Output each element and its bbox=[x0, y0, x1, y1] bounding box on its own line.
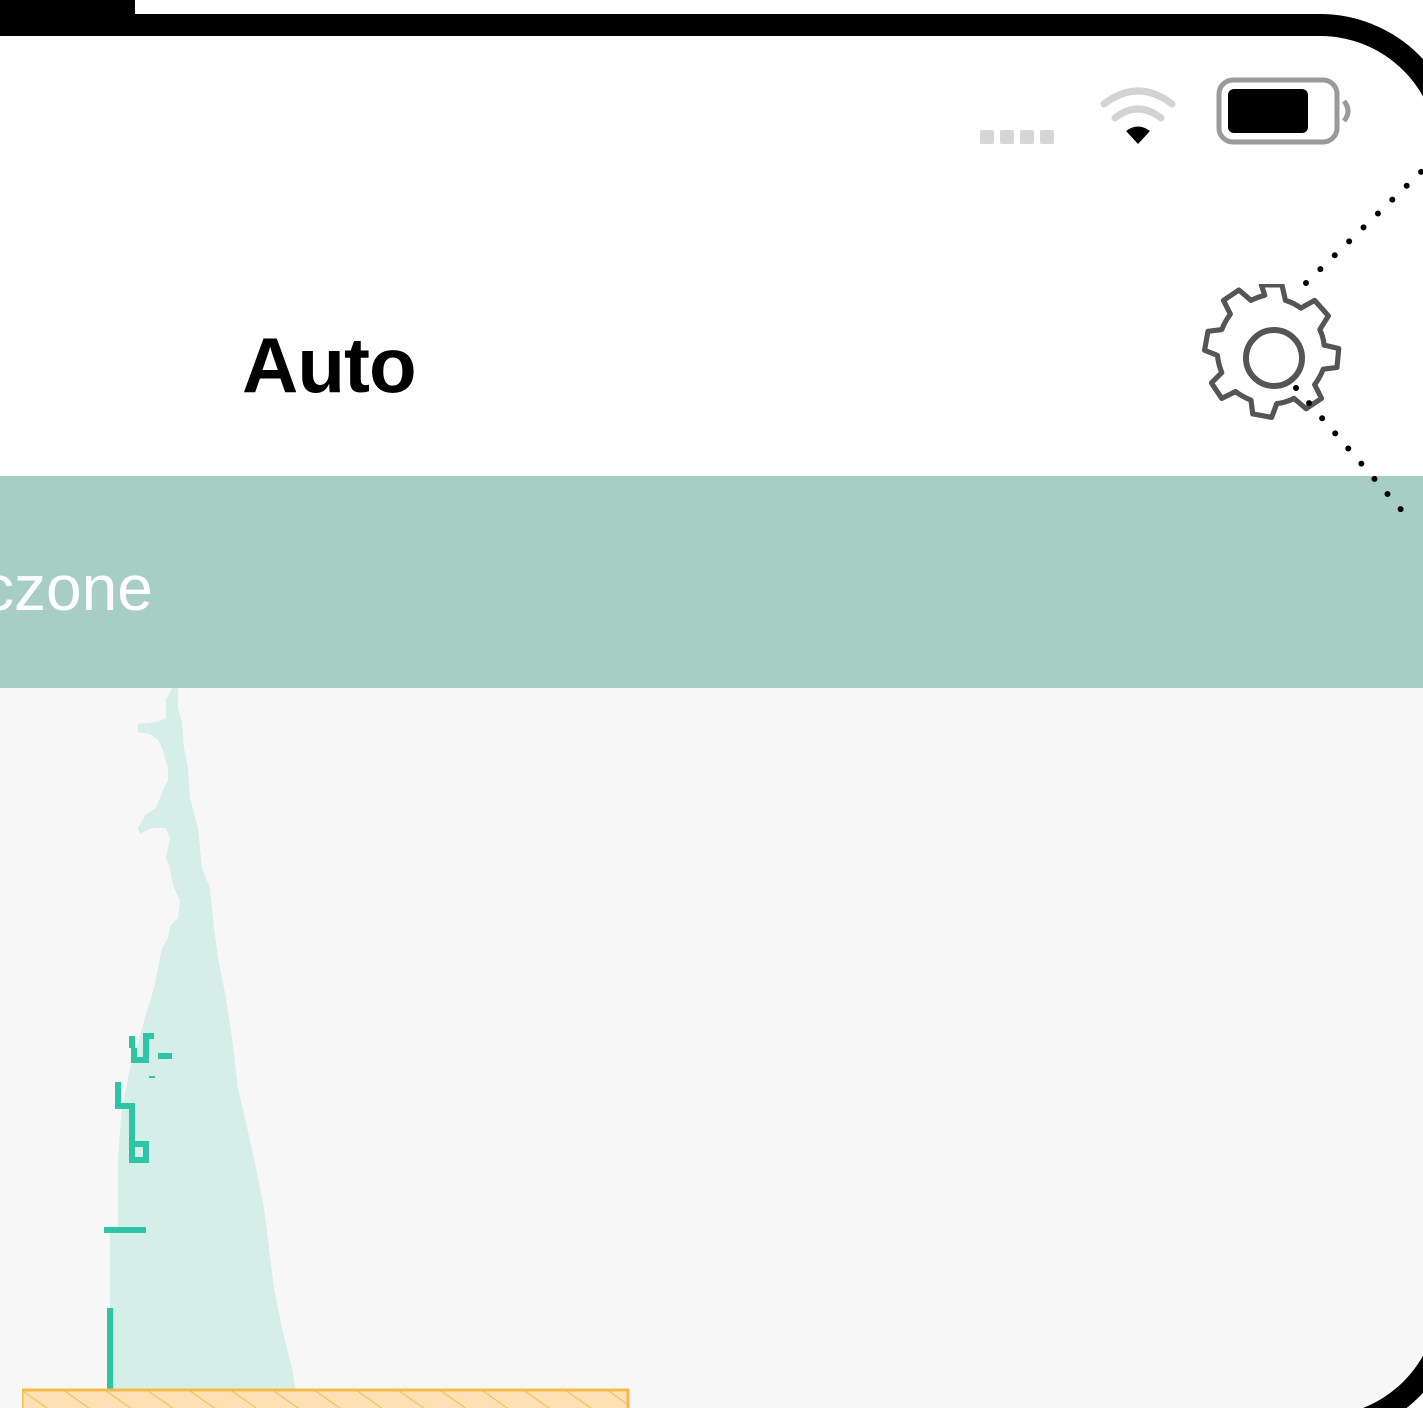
activity-chart bbox=[22, 688, 630, 1408]
device-frame: Auto czone bbox=[0, 14, 1423, 1408]
wifi-icon bbox=[1100, 87, 1176, 144]
screen: Auto czone bbox=[0, 36, 1423, 1408]
top-edge-bar bbox=[0, 0, 135, 14]
signal-dots-icon bbox=[980, 130, 1054, 144]
status-banner[interactable] bbox=[0, 476, 1423, 688]
gear-icon bbox=[1201, 284, 1342, 420]
status-banner-text: czone bbox=[0, 552, 153, 624]
app-screen: Auto czone bbox=[0, 0, 1423, 1408]
settings-button[interactable] bbox=[1200, 284, 1348, 432]
chart-area bbox=[110, 688, 299, 1408]
battery-icon bbox=[1216, 77, 1351, 145]
range-band bbox=[22, 1388, 630, 1408]
page-title: Auto bbox=[242, 321, 417, 409]
